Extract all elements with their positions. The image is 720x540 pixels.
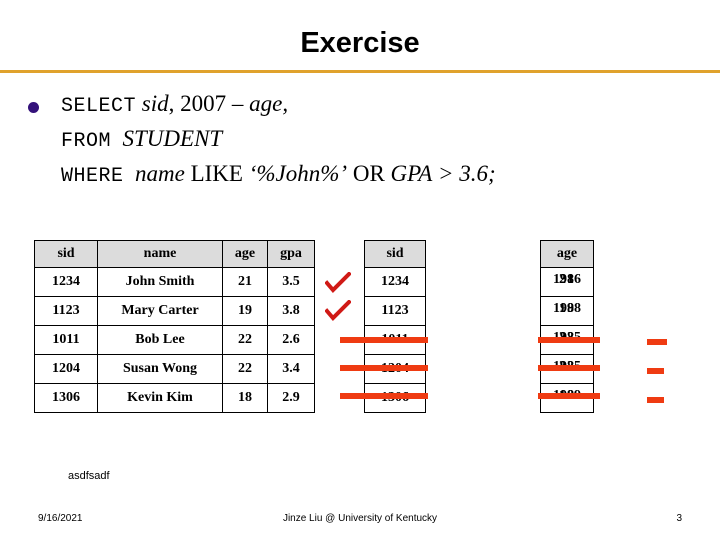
cell-age: 1988 19 bbox=[540, 295, 594, 326]
strikethrough-mark bbox=[538, 337, 600, 343]
sql-keyword-select: SELECT bbox=[61, 95, 137, 118]
checkmark-icon bbox=[325, 272, 351, 293]
cell-gpa: 2.6 bbox=[267, 325, 315, 355]
strikethrough-mark bbox=[538, 365, 600, 371]
student-table: sid name age gpa 1234 John Smith 21 3.5 … bbox=[34, 240, 315, 413]
cell-age: 19 bbox=[222, 296, 268, 326]
strikethrough-mark bbox=[340, 393, 428, 399]
strikethrough-mark bbox=[538, 393, 600, 399]
sql-keyword-from: FROM bbox=[61, 130, 112, 153]
result-sid-table: sid 1234 1123 1011 1204 1306 bbox=[364, 240, 426, 413]
page-title: Exercise bbox=[300, 27, 420, 59]
sql-column-gpa: GPA bbox=[390, 161, 433, 186]
dash-mark-icon bbox=[647, 339, 667, 345]
cell-sid: 1204 bbox=[34, 354, 98, 384]
table-row: 1204 Susan Wong 22 3.4 bbox=[34, 354, 315, 384]
result-age-table: age 1986 21 1988 19 1985 bbox=[540, 240, 594, 413]
cell-gpa: 2.9 bbox=[267, 383, 315, 413]
table-header-row: sid bbox=[364, 240, 426, 268]
cell-sid: 1234 bbox=[364, 267, 426, 297]
cell-sid: 1234 bbox=[34, 267, 98, 297]
table-header-row: sid name age gpa bbox=[34, 240, 315, 268]
column-header-sid: sid bbox=[34, 240, 98, 268]
table-row: 1123 bbox=[364, 296, 426, 326]
sql-column-name: name bbox=[135, 161, 185, 186]
column-header-gpa: gpa bbox=[267, 240, 315, 268]
cell-age: 22 bbox=[222, 325, 268, 355]
table-row: 1988 19 bbox=[540, 295, 594, 326]
table-row: 1011 Bob Lee 22 2.6 bbox=[34, 325, 315, 355]
dash-mark-icon bbox=[647, 397, 664, 403]
cell-sid: 1123 bbox=[364, 296, 426, 326]
sql-conjunction-or: OR bbox=[352, 161, 385, 186]
title-divider bbox=[0, 70, 720, 73]
cell-original-age: 19 bbox=[559, 300, 575, 316]
cell-sid: 1306 bbox=[34, 383, 98, 413]
cell-original-age: 21 bbox=[559, 271, 575, 287]
table-row: 1306 Kevin Kim 18 2.9 bbox=[34, 383, 315, 413]
column-header-age: age bbox=[222, 240, 268, 268]
overlapped-age-value: 1988 19 bbox=[541, 295, 593, 323]
sql-expression-literal: , 2007 – bbox=[168, 91, 250, 116]
cell-name: Kevin Kim bbox=[97, 383, 223, 413]
cell-age: 21 bbox=[222, 267, 268, 297]
cell-gpa: 3.4 bbox=[267, 354, 315, 384]
sql-keyword-where: WHERE bbox=[61, 165, 124, 188]
cell-gpa: 3.8 bbox=[267, 296, 315, 326]
footer-page-number: 3 bbox=[676, 513, 682, 524]
sql-column-age: age, bbox=[249, 91, 289, 116]
sql-line-from: FROM STUDENT bbox=[28, 123, 688, 158]
cell-age: 18 bbox=[222, 383, 268, 413]
cell-sid: 1011 bbox=[34, 325, 98, 355]
overlapped-age-value: 1986 21 bbox=[541, 266, 593, 294]
cell-age: 22 bbox=[222, 354, 268, 384]
bullet-icon bbox=[28, 102, 39, 113]
cell-sid: 1123 bbox=[34, 296, 98, 326]
sql-line-select: SELECT sid, 2007 – age, bbox=[28, 88, 688, 123]
column-header-sid: sid bbox=[364, 240, 426, 268]
table-header-row: age bbox=[540, 240, 594, 268]
scratch-note: asdfsadf bbox=[68, 470, 110, 482]
cell-name: John Smith bbox=[97, 267, 223, 297]
table-row: 1986 21 bbox=[540, 266, 594, 297]
checkmark-icon bbox=[325, 300, 351, 321]
sql-query-block: SELECT sid, 2007 – age, FROM STUDENT WHE… bbox=[28, 88, 688, 193]
sql-line-where: WHERE name LIKE ‘%John%’ OR GPA > 3.6; bbox=[28, 158, 688, 193]
cell-name: Susan Wong bbox=[97, 354, 223, 384]
sql-column-sid: sid bbox=[141, 91, 169, 116]
cell-gpa: 3.5 bbox=[267, 267, 315, 297]
cell-name: Mary Carter bbox=[97, 296, 223, 326]
sql-pattern-literal: ‘%John%’ bbox=[248, 161, 348, 186]
sql-comparison-gpa: > 3.6; bbox=[438, 161, 496, 186]
cell-name: Bob Lee bbox=[97, 325, 223, 355]
strikethrough-mark bbox=[340, 337, 428, 343]
sql-table-student: STUDENT bbox=[122, 126, 223, 151]
column-header-age: age bbox=[540, 240, 594, 268]
column-header-name: name bbox=[97, 240, 223, 268]
sql-operator-like: LIKE bbox=[190, 161, 243, 186]
dash-mark-icon bbox=[647, 368, 664, 374]
table-row: 1123 Mary Carter 19 3.8 bbox=[34, 296, 315, 326]
table-row: 1234 John Smith 21 3.5 bbox=[34, 267, 315, 297]
cell-age: 1986 21 bbox=[540, 266, 594, 297]
strikethrough-mark bbox=[340, 365, 428, 371]
table-row: 1234 bbox=[364, 267, 426, 297]
